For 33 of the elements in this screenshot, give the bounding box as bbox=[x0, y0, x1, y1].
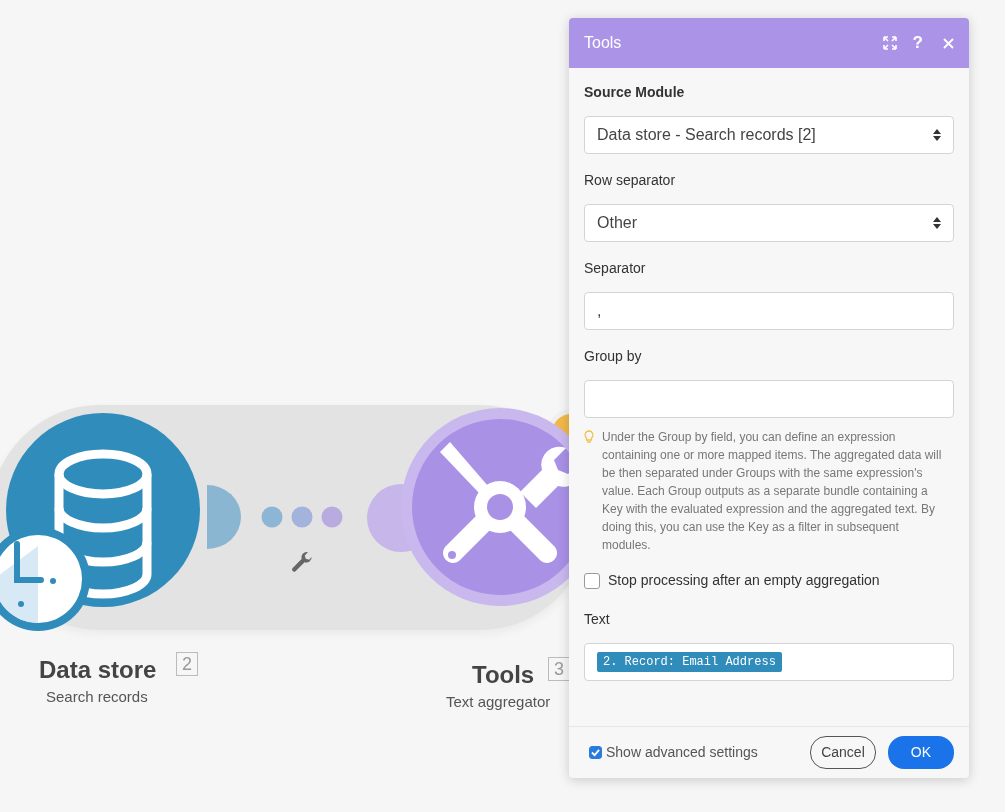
module-title: Data store bbox=[39, 655, 157, 685]
input-field[interactable] bbox=[584, 380, 954, 418]
input-field[interactable]: , bbox=[584, 292, 954, 330]
connector-dot[interactable] bbox=[291, 506, 313, 528]
module-subtitle: Search records bbox=[46, 687, 148, 707]
field-label: Row separator bbox=[584, 171, 677, 190]
connector-dot[interactable] bbox=[321, 506, 343, 528]
cancel-button[interactable]: Cancel bbox=[810, 736, 876, 769]
field-label: Text bbox=[584, 610, 611, 629]
hint-text: Under the Group by field, you can define an expression containing one or more mapped items. The aggregated data will be then separated under Groups with the same expression's value. Each Group outputs as a separate bundle containing a Key with the evaluated expression and the aggregated text. By doing this, you can use the Key as a filter in subsequent modules. bbox=[602, 429, 943, 554]
checkbox-label: Stop processing after an empty aggregation bbox=[608, 571, 880, 590]
caret-icon bbox=[933, 129, 941, 141]
field-label: Separator bbox=[584, 259, 647, 278]
caret-icon bbox=[933, 217, 941, 229]
connector-dot[interactable] bbox=[261, 506, 283, 528]
ok-button[interactable]: OK bbox=[887, 736, 954, 769]
checkbox-label: Show advanced settings bbox=[606, 743, 758, 762]
select-field[interactable]: Data store - Search records [2] bbox=[584, 116, 954, 154]
module-number: 3 bbox=[548, 657, 570, 681]
text-field[interactable]: 2. Record: Email Address bbox=[584, 643, 954, 681]
expand-icon[interactable] bbox=[882, 36, 897, 50]
dialog-title: Tools bbox=[584, 33, 623, 53]
lightbulb-icon bbox=[584, 430, 594, 444]
module-subtitle: Text aggregator bbox=[446, 692, 551, 712]
module-number: 2 bbox=[176, 652, 198, 676]
field-label: Group by bbox=[584, 347, 643, 366]
checkbox[interactable] bbox=[584, 572, 600, 589]
mapped-item-tag: 2. Record: Email Address bbox=[597, 652, 782, 672]
module-title: Tools bbox=[472, 660, 535, 690]
field-label: Source Module bbox=[584, 83, 686, 102]
close-icon[interactable] bbox=[943, 37, 954, 49]
checkbox[interactable] bbox=[589, 746, 602, 759]
select-field[interactable]: Other bbox=[584, 204, 954, 242]
